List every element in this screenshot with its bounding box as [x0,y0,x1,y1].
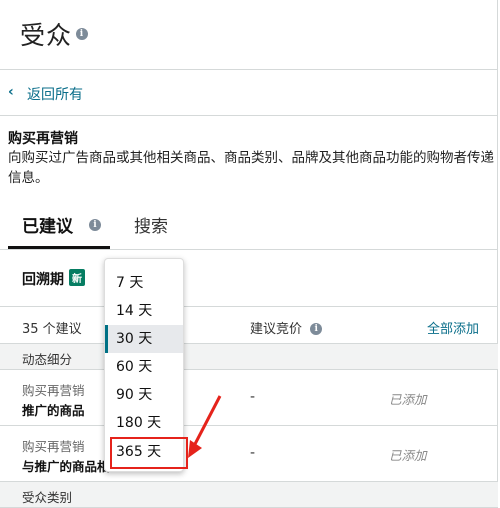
dropdown-option[interactable]: 14 天 [105,297,183,325]
suggested-bid-header: 建议竞价 i [250,318,323,337]
chevron-left-icon: ‹ [8,84,14,100]
annotation-arrow-icon [188,395,222,458]
info-icon[interactable]: i [310,322,323,335]
tab-suggested[interactable]: 已建议 i [22,212,101,237]
table-row: 购买再营销 推广的商品 - 已添加 [0,370,498,426]
suggestion-count: 35 个建议 [22,322,82,337]
dropdown-option[interactable]: 7 天 [105,269,183,297]
info-icon[interactable]: i [88,219,101,231]
add-all-button[interactable]: 全部添加 [427,318,479,337]
tab-bar: 已建议 i 搜索 [0,192,498,250]
bid-value: - [250,445,256,461]
dropdown-option[interactable]: 90 天 [105,381,183,409]
lookback-label: 回溯期 [22,272,64,288]
table-header: 35 个建议 建议竞价 i 全部添加 [0,306,498,344]
back-link[interactable]: ‹ 返回所有 [0,70,498,116]
back-link-label[interactable]: 返回所有 [27,84,83,104]
tab-search[interactable]: 搜索 [134,212,168,237]
section-description: 向购买过广告商品或其他相关商品、商品类别、品牌及其他商品功能的购物者传递信息。 [8,150,494,186]
dropdown-option-selected[interactable]: 30 天 [105,325,183,353]
highlight-annotation-box [110,437,188,469]
section-title: 购买再营销 [8,131,78,147]
info-icon[interactable]: i [76,28,88,40]
bid-value: - [250,389,256,405]
dropdown-option[interactable]: 60 天 [105,353,183,381]
panel-header: 受众 i [0,0,498,70]
added-status: 已添加 [389,392,427,407]
section-row-dynamic: 动态细分 [0,344,498,370]
section-row-audience-category: 受众类别 [0,482,498,508]
dropdown-option[interactable]: 180 天 [105,409,183,437]
new-badge: 新 [69,269,85,286]
added-status: 已添加 [389,448,427,463]
table-row: 购买再营销 与推广的商品相 - 已添加 [0,426,498,482]
page-title: 受众 i [20,16,88,52]
audience-panel: 受众 i ‹ 返回所有 购买再营销 向购买过广告商品或其他相关商品、商品类别、品… [0,0,498,508]
active-tab-indicator [8,246,110,249]
